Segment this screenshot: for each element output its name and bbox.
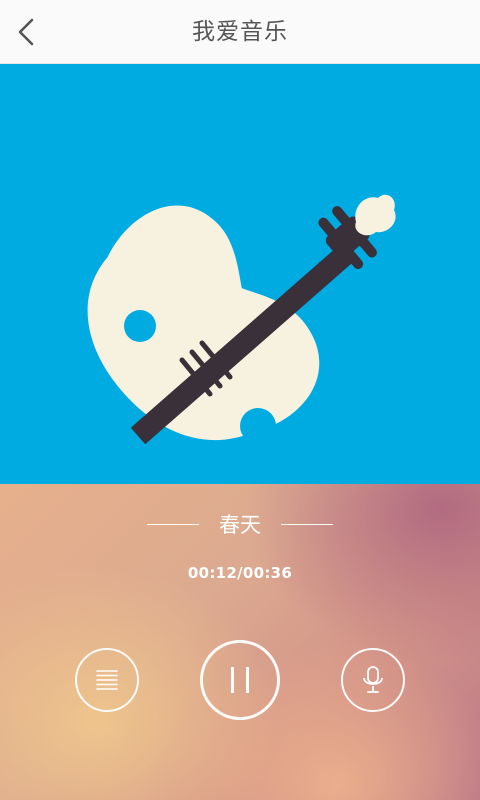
pause-icon (227, 665, 253, 695)
divider-left (147, 523, 199, 525)
song-title: 春天 (219, 513, 261, 537)
violin-scroll (355, 194, 396, 236)
playlist-button[interactable] (75, 648, 139, 712)
app-header: 我爱音乐 (0, 0, 480, 64)
violin-icon (87, 194, 396, 445)
microphone-icon (361, 665, 385, 695)
divider-right (281, 523, 333, 525)
time-display: 00:12/00:36 (187, 564, 293, 582)
microphone-button[interactable] (341, 648, 405, 712)
player-panel: 春天 00:12/00:36 (0, 484, 480, 800)
page-title: 我爱音乐 (192, 19, 288, 45)
song-title-row: 春天 (0, 506, 480, 542)
pause-button[interactable] (200, 640, 280, 720)
album-artwork (0, 64, 480, 484)
playlist-icon (94, 667, 120, 693)
violin-body (87, 205, 320, 441)
